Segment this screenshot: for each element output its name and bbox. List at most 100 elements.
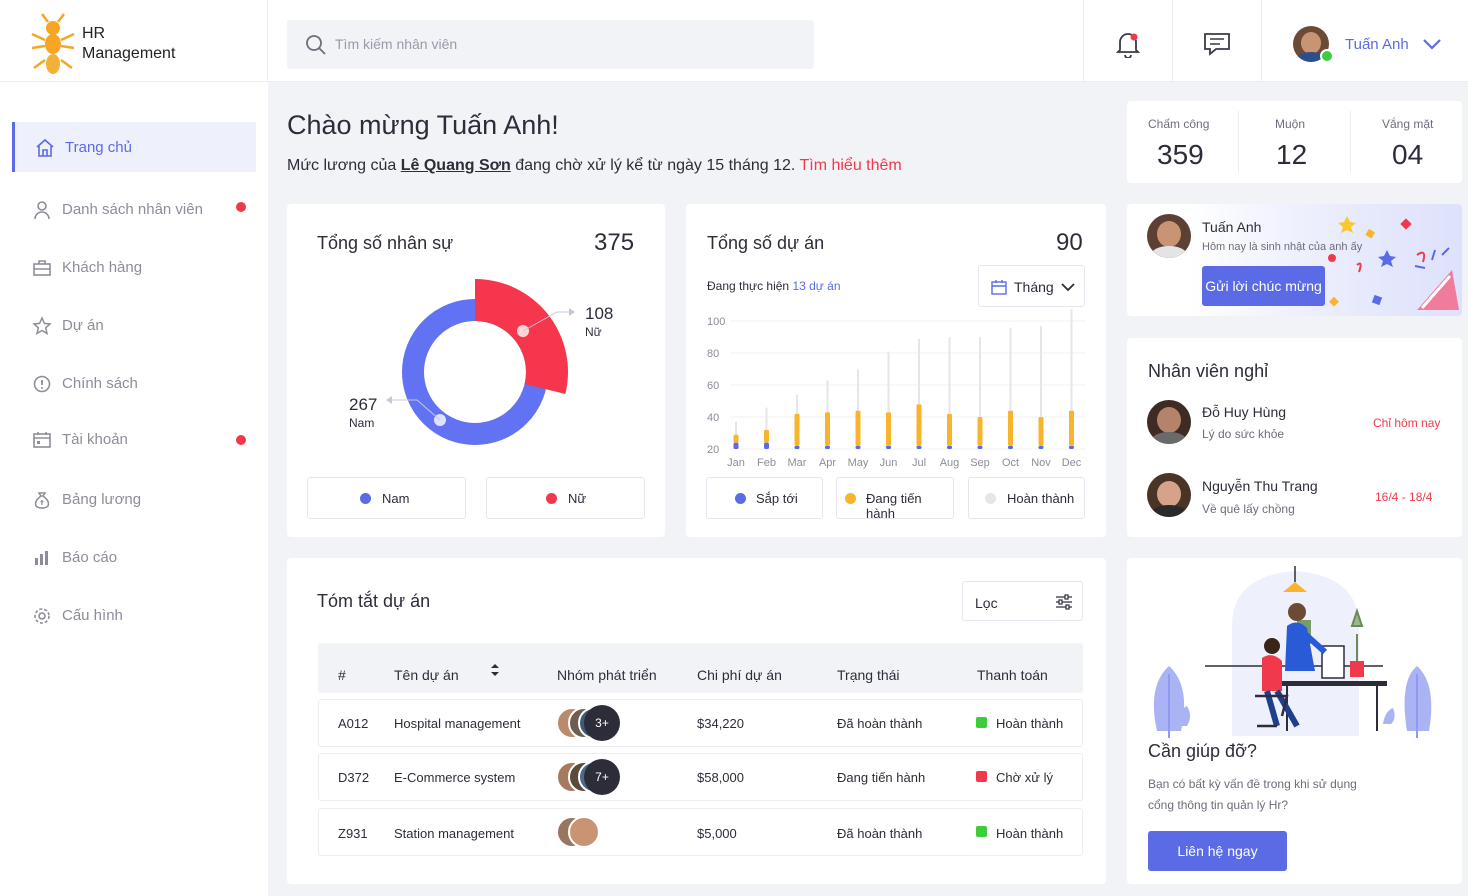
employee-name-link[interactable]: Lê Quang Sơn (401, 157, 511, 174)
project-name: E-Commerce system (394, 770, 516, 785)
calendar-icon (33, 432, 51, 448)
y-tick-label: 20 (707, 444, 719, 456)
calendar-icon (991, 280, 1007, 295)
bar-sắp-tới (916, 445, 922, 449)
x-tick-label: Jul (912, 457, 926, 469)
team-more-count[interactable]: 7+ (584, 759, 620, 795)
payment-status-indicator (976, 717, 987, 728)
sidebar-item-label: Báo cáo (62, 549, 118, 566)
bar-đang-tiến-hành (977, 417, 983, 446)
staff-total: 375 (594, 229, 635, 256)
legend-completed[interactable]: Hoàn thành (968, 477, 1085, 519)
legend-label: Đang tiến hành (866, 491, 922, 521)
page-title: Chào mừng Tuấn Anh! (287, 110, 559, 140)
sidebar-item-reports[interactable]: Báo cáo (12, 532, 256, 582)
help-text: cổng thông tin quản lý Hr? (1148, 798, 1289, 812)
legend-dot (735, 493, 746, 504)
legend-in-progress[interactable]: Đang tiến hành (836, 477, 954, 521)
chevron-down-icon[interactable] (1422, 38, 1442, 50)
bar-hoàn-thành (857, 369, 859, 411)
learn-more-link[interactable]: Tìm hiểu thêm (799, 157, 901, 174)
legend-dot (360, 493, 371, 504)
header-divider (1083, 0, 1084, 82)
payment-status: Hoàn thành (996, 716, 1064, 731)
sidebar-item-home[interactable]: Trang chủ (12, 122, 256, 172)
bar-đang-tiến-hành (947, 413, 952, 446)
sidebar-item-label: Danh sách nhân viên (62, 201, 203, 218)
home-icon (36, 138, 54, 157)
star-icon (32, 316, 52, 336)
legend-female[interactable]: Nữ (486, 477, 645, 519)
card-title: Tóm tắt dự án (317, 591, 431, 611)
message-suffix: đang chờ xử lý kể từ ngày 15 tháng 12. (515, 157, 796, 174)
in-progress-link[interactable]: 13 dự án (792, 279, 840, 293)
x-tick-label: Sep (970, 457, 990, 469)
x-tick-label: Aug (940, 457, 960, 469)
project-id: Z931 (338, 826, 368, 841)
sidebar-item-label: Cấu hình (62, 607, 123, 624)
help-text: Bạn có bất kỳ vấn đề trong khi sử dụng (1148, 777, 1357, 791)
bar-đang-tiến-hành (764, 429, 769, 443)
contact-now-button[interactable]: Liên hệ ngay (1148, 831, 1287, 871)
user-icon (34, 201, 50, 220)
legend-dot (546, 493, 557, 504)
bar-sắp-tới (1008, 445, 1013, 449)
leave-period: 16/4 - 18/4 (1375, 490, 1433, 504)
birthday-avatar (1147, 214, 1191, 258)
column-header[interactable]: Tên dự án (394, 667, 459, 683)
project-id: A012 (338, 716, 369, 731)
send-wishes-button[interactable]: Gửi lời chúc mừng (1202, 266, 1325, 306)
team-more-count[interactable]: 3+ (584, 705, 620, 741)
sort-icon[interactable] (490, 663, 500, 677)
employees-on-leave-card: Nhân viên nghỉ Đỗ Huy Hùng Lý do sức khỏ… (1127, 338, 1462, 537)
brand-logo[interactable]: HR Management (0, 0, 268, 82)
bar-đang-tiến-hành (1038, 417, 1044, 446)
notification-bell-icon[interactable] (1115, 30, 1141, 58)
message-prefix: Mức lương của (287, 157, 397, 174)
sidebar-item-settings[interactable]: Cấu hình (12, 590, 256, 640)
legend-upcoming[interactable]: Sắp tới (706, 477, 823, 519)
y-tick-label: 100 (707, 316, 725, 328)
sidebar-item-policies[interactable]: Chính sách (12, 358, 256, 408)
sidebar-item-projects[interactable]: Dự án (12, 300, 256, 350)
bar-hoàn-thành (918, 338, 920, 405)
top-header: HR Management Tìm kiếm nhân viên Tuấn An… (0, 0, 1468, 82)
payment-status: Chờ xử lý (996, 770, 1053, 785)
bar-hoàn-thành (948, 337, 951, 414)
bar-hoàn-thành (796, 394, 798, 414)
chat-icon[interactable] (1202, 31, 1232, 57)
column-header: Nhóm phát triển (557, 667, 657, 683)
birthday-message: Hôm nay là sinh nhật của anh ấy (1202, 241, 1363, 253)
pending-salary-message: Mức lương của Lê Quang Sơn đang chờ xử l… (287, 157, 902, 175)
project-status: Đã hoàn thành (837, 826, 923, 841)
filter-button[interactable]: Lọc (962, 581, 1083, 621)
project-name: Station management (394, 826, 514, 841)
sidebar-item-payroll[interactable]: Bảng lương (12, 474, 256, 524)
x-tick-label: Oct (1002, 457, 1019, 469)
sidebar-item-customers[interactable]: Khách hàng (12, 242, 256, 292)
project-name: Hospital management (394, 716, 521, 731)
column-header: Chi phí dự án (697, 667, 782, 683)
sidebar-item-accounts[interactable]: Tài khoản (12, 414, 256, 464)
filter-label: Lọc (975, 595, 998, 611)
bar-đang-tiến-hành (916, 404, 922, 446)
gear-icon (34, 608, 50, 624)
birthday-name: Tuấn Anh (1202, 219, 1262, 235)
x-tick-label: May (848, 457, 869, 469)
bar-hoàn-thành (765, 407, 768, 430)
sidebar-item-employees[interactable]: Danh sách nhân viên (12, 184, 256, 234)
period-select[interactable]: Tháng (978, 265, 1085, 307)
search-input[interactable]: Tìm kiếm nhân viên (287, 20, 814, 69)
leave-period: Chỉ hôm nay (1373, 416, 1441, 430)
birthday-card: Tuấn Anh Hôm nay là sinh nhật của anh ấy… (1127, 204, 1462, 316)
project-status: Đang tiến hành (837, 770, 926, 785)
projects-total: 90 (1056, 229, 1083, 256)
sidebar-item-label: Trang chủ (65, 139, 132, 156)
user-name[interactable]: Tuấn Anh (1345, 36, 1409, 53)
legend-male[interactable]: Nam (307, 477, 466, 519)
period-value: Tháng (1014, 279, 1054, 295)
bar-đang-tiến-hành (733, 434, 739, 443)
bar-hoàn-thành (887, 351, 890, 413)
x-tick-label: Mar (788, 457, 807, 469)
x-tick-label: Nov (1031, 457, 1051, 469)
